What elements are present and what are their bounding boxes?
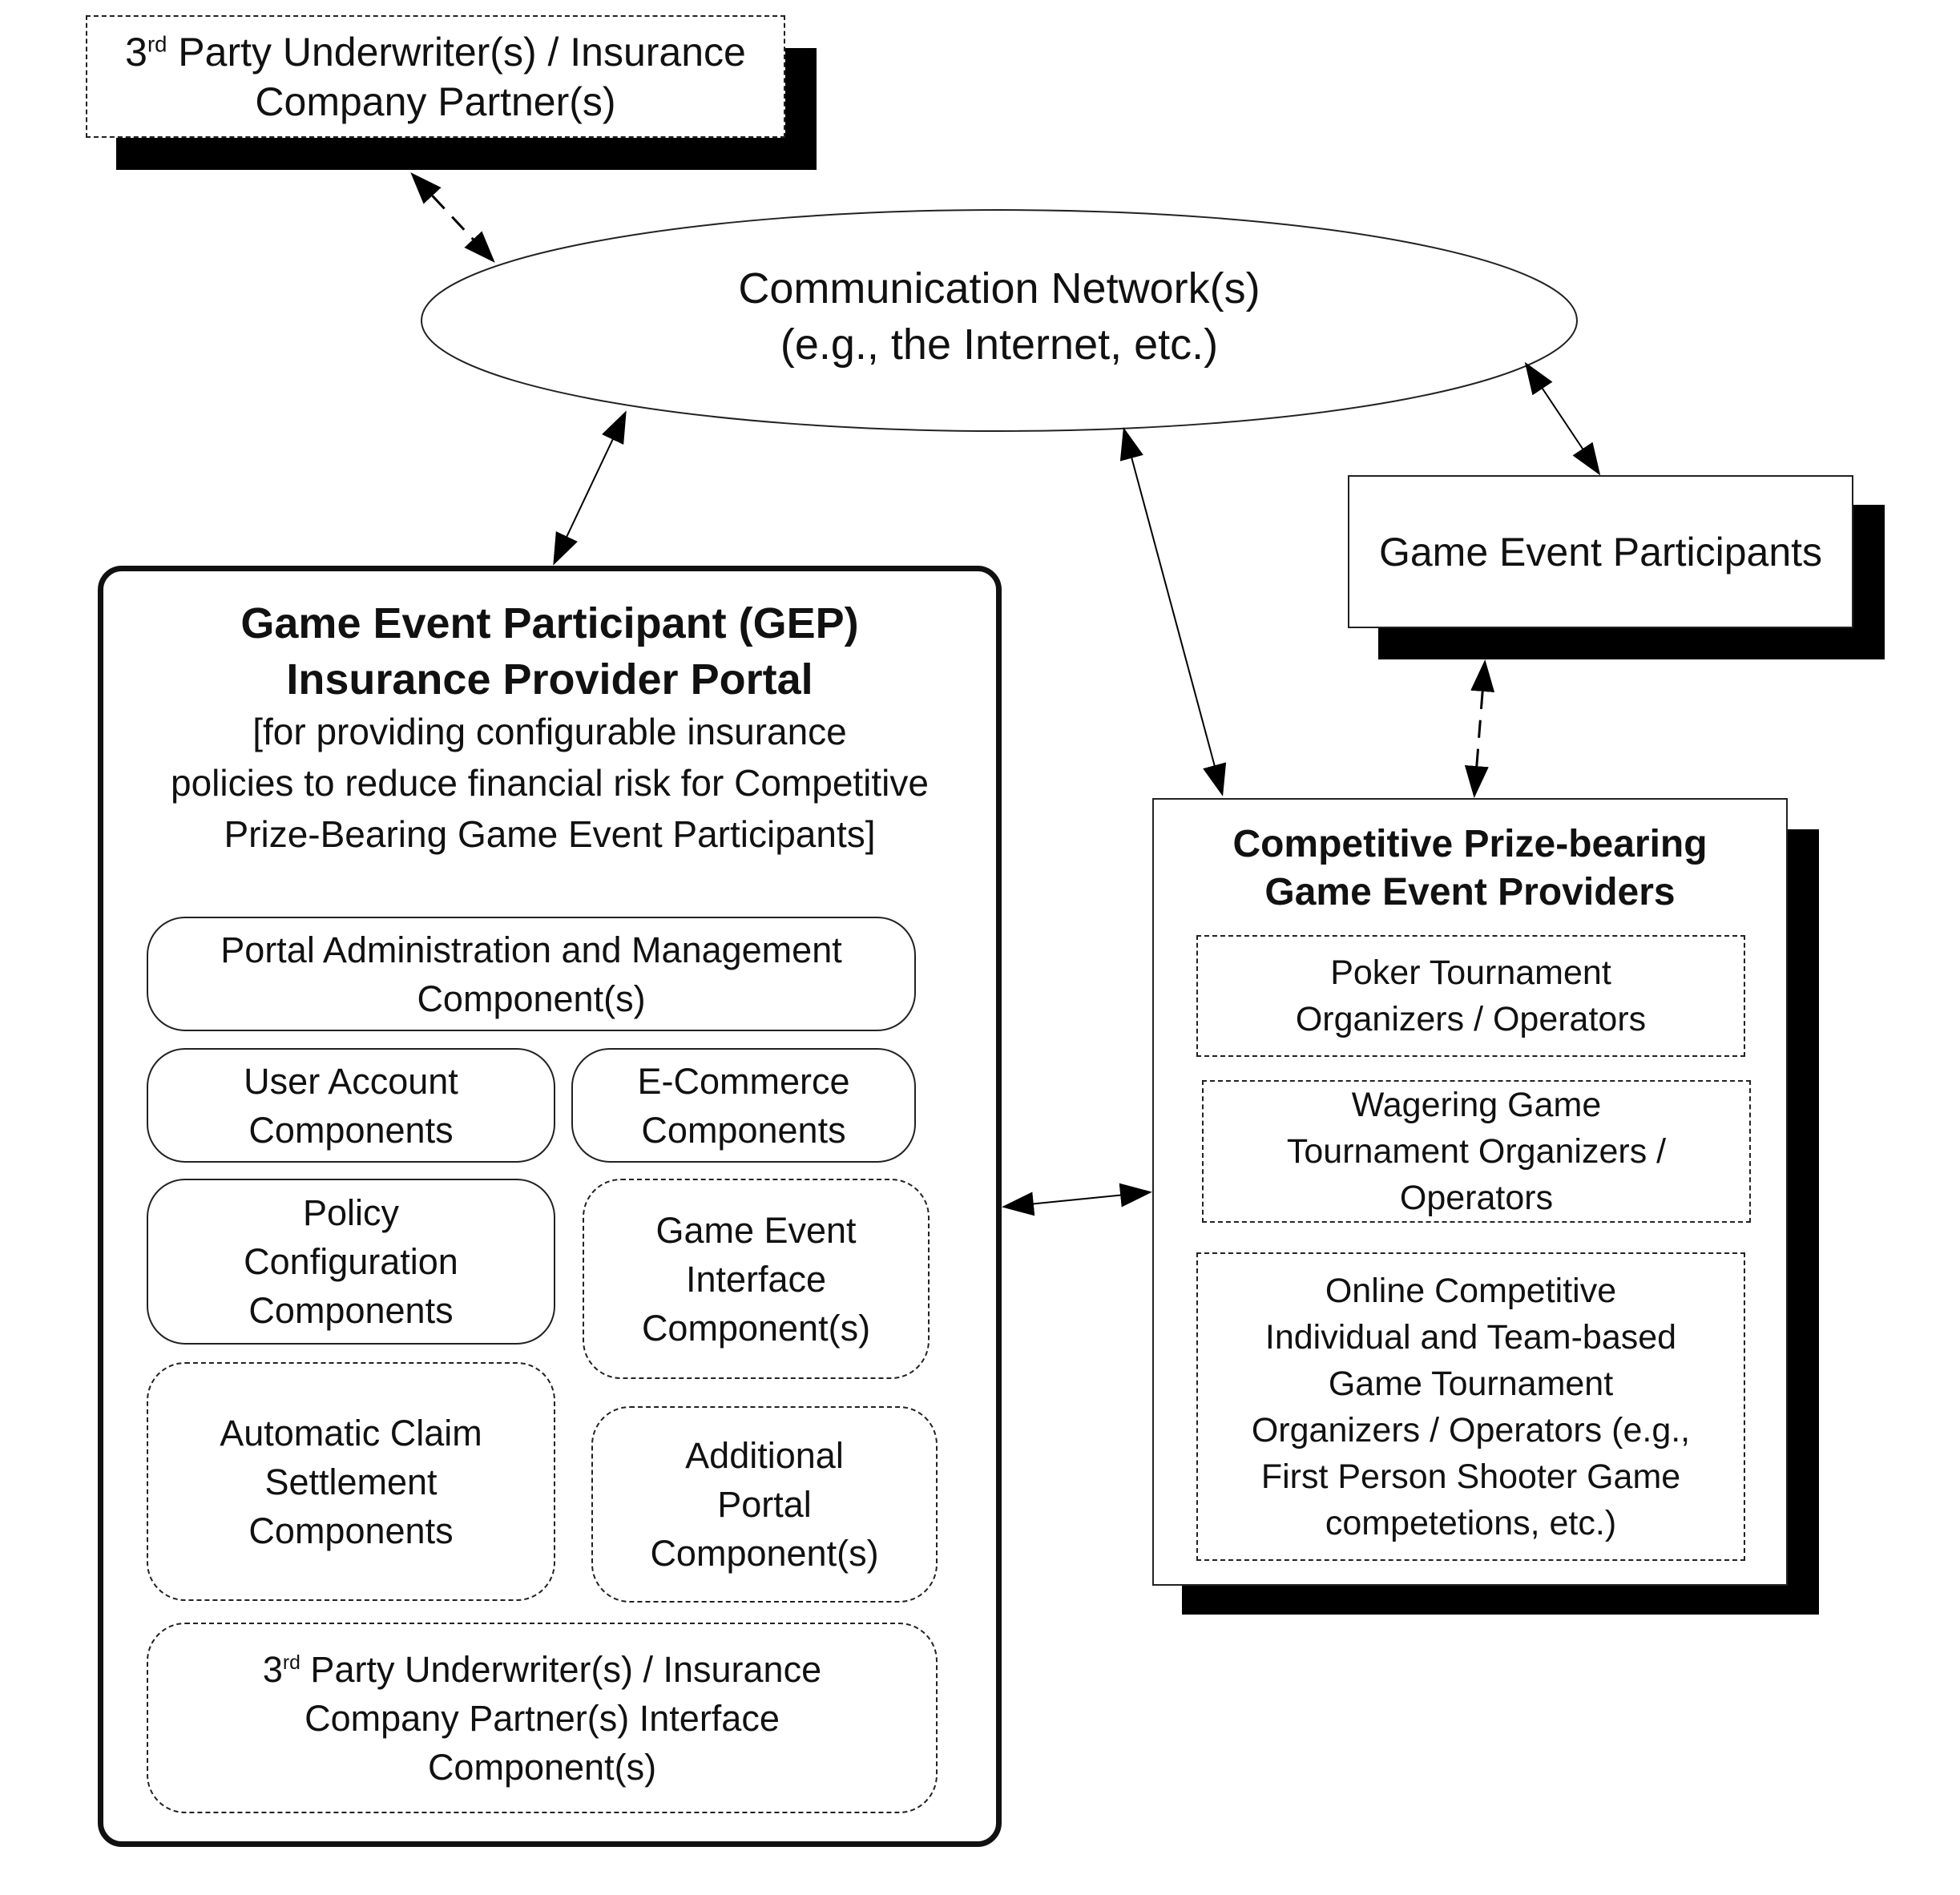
component-claim-settlement: Automatic Claim Settlement Components [147, 1362, 555, 1601]
component-line: Components [641, 1109, 846, 1151]
provider-line: Game Tournament [1328, 1364, 1614, 1403]
component-line: Configuration [244, 1241, 458, 1282]
provider-item-poker: Poker Tournament Organizers / Operators [1196, 935, 1745, 1057]
component-line: Settlement [264, 1461, 438, 1502]
component-policy-configuration: Policy Configuration Components [147, 1179, 555, 1345]
component-game-event-interface: Game Event Interface Component(s) [583, 1179, 930, 1379]
provider-item-online-competitive: Online Competitive Individual and Team-b… [1196, 1252, 1745, 1561]
network-label: Communication Network(s) (e.g., the Inte… [679, 260, 1320, 373]
connector-participants-providers [1464, 659, 1495, 798]
provider-line: Online Competitive [1325, 1271, 1617, 1310]
component-underwriter-interface: 3rd Party Underwriter(s) / Insurance Com… [147, 1623, 938, 1813]
participants-box: Game Event Participants [1348, 475, 1853, 628]
component-line: 3rd Party Underwriter(s) / Insurance [262, 1648, 822, 1690]
provider-line: First Person Shooter Game [1260, 1457, 1681, 1496]
participants-label: Game Event Participants [1378, 529, 1823, 575]
portal-desc-line-1: [for providing configurable insurance [252, 711, 847, 752]
underwriter-line-2: Company Partner(s) [255, 79, 616, 124]
provider-line: Organizers / Operators (e.g., [1251, 1410, 1691, 1449]
component-user-account: User Account Components [147, 1048, 555, 1163]
component-line: Component(s) [427, 1746, 657, 1788]
component-line: Components [248, 1510, 454, 1551]
connector-network-providers [1119, 427, 1227, 796]
provider-line: Organizers / Operators [1295, 1000, 1647, 1038]
providers-title-line-1: Competitive Prize-bearing [1232, 823, 1708, 865]
provider-line: Individual and Team-based [1264, 1317, 1677, 1357]
portal-title: Game Event Participant (GEP) Insurance P… [240, 595, 858, 708]
component-line: E-Commerce [637, 1060, 850, 1102]
portal-desc-line-2: policies to reduce financial risk for Co… [171, 762, 929, 804]
provider-line: Poker Tournament [1330, 954, 1611, 992]
providers-title-line-2: Game Event Providers [1264, 871, 1676, 913]
component-line: Portal Administration and Management [220, 929, 842, 970]
component-ecommerce: E-Commerce Components [571, 1048, 916, 1163]
provider-line: competetions, etc.) [1325, 1503, 1617, 1542]
connector-portal-providers [1002, 1183, 1152, 1216]
provider-line: Tournament Organizers / [1286, 1132, 1667, 1171]
network-line-1: Communication Network(s) [738, 264, 1260, 312]
component-line: Game Event [655, 1209, 857, 1251]
component-line: Component(s) [417, 978, 646, 1019]
underwriter-line-1: 3rd Party Underwriter(s) / Insurance [125, 29, 746, 75]
portal-desc-line-3: Prize-Bearing Game Event Participants] [224, 813, 876, 855]
component-line: Component(s) [650, 1533, 879, 1574]
component-line: Additional [685, 1435, 844, 1476]
provider-line: Operators [1399, 1179, 1554, 1217]
provider-line: Wagering Game [1351, 1086, 1602, 1124]
component-line: Automatic Claim [220, 1412, 482, 1454]
component-line: Component(s) [641, 1307, 871, 1349]
underwriter-box: 3rd Party Underwriter(s) / Insurance Com… [86, 15, 785, 138]
provider-item-wagering: Wagering Game Tournament Organizers / Op… [1202, 1080, 1751, 1223]
providers-title: Competitive Prize-bearing Game Event Pro… [1232, 820, 1707, 917]
portal-title-line-1: Game Event Participant (GEP) [240, 599, 859, 647]
component-portal-admin: Portal Administration and Management Com… [147, 917, 916, 1031]
connector-underwriter-network [410, 172, 495, 263]
component-line: Components [248, 1109, 454, 1151]
network-line-2: (e.g., the Internet, etc.) [780, 321, 1219, 369]
component-line: Portal [717, 1484, 812, 1525]
connector-network-participants [1524, 361, 1601, 476]
connector-network-portal [553, 410, 627, 566]
component-line: Policy [302, 1192, 400, 1233]
component-line: Components [248, 1290, 454, 1331]
component-additional-portal: Additional Portal Component(s) [591, 1406, 938, 1603]
portal-description: [for providing configurable insurance po… [171, 706, 929, 860]
component-line: User Account [244, 1060, 458, 1102]
portal-title-line-2: Insurance Provider Portal [286, 655, 813, 704]
component-line: Company Partner(s) Interface [304, 1697, 780, 1739]
component-line: Interface [685, 1258, 827, 1300]
